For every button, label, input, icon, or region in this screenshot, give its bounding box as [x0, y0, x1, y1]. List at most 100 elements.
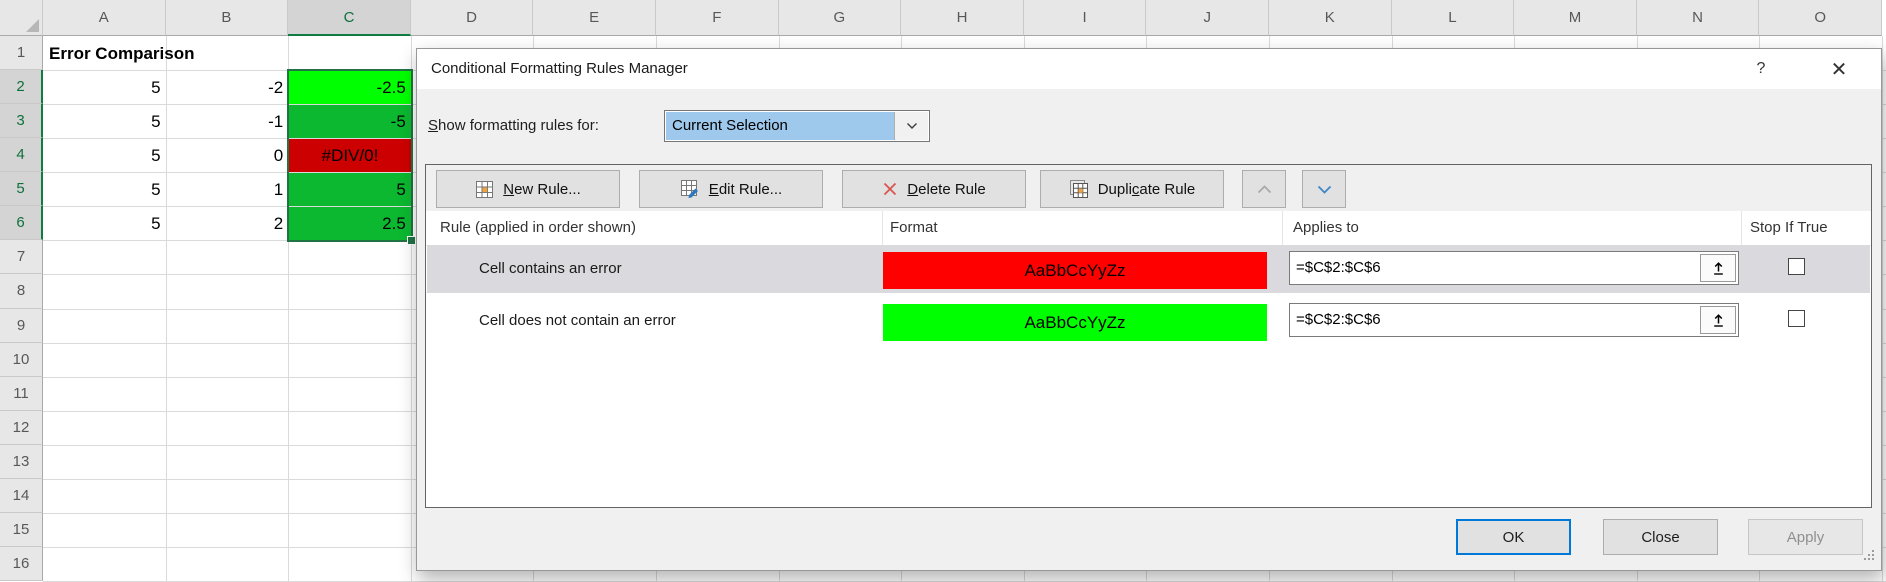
cell-C3[interactable]: -5 — [289, 105, 411, 138]
row-header-12[interactable]: 12 — [0, 411, 43, 445]
row-header-2[interactable]: 2 — [0, 70, 43, 104]
cell-C2[interactable]: -2.5 — [289, 71, 411, 104]
select-all-corner[interactable] — [0, 0, 43, 36]
rule-row-cell-contains-error[interactable]: Cell contains an error AaBbCcYyZz =$C$2:… — [427, 245, 1870, 293]
column-header-C[interactable]: C — [288, 0, 411, 36]
cell-A2[interactable]: 5 — [44, 71, 166, 104]
range-picker-icon — [1711, 313, 1726, 328]
cell-B4[interactable]: 0 — [167, 139, 289, 172]
edit-rule-icon — [680, 179, 700, 199]
column-header-O[interactable]: O — [1759, 0, 1882, 36]
column-header-N[interactable]: N — [1637, 0, 1760, 36]
row-header-3[interactable]: 3 — [0, 104, 43, 138]
column-header-format: Format — [890, 211, 938, 245]
dialog-close-button[interactable]: ✕ — [1813, 49, 1865, 89]
applies-to-input[interactable]: =$C$2:$C$6 — [1289, 303, 1739, 337]
rule-row-cell-does-not-contain-error[interactable]: Cell does not contain an error AaBbCcYyZ… — [427, 297, 1870, 345]
column-header-F[interactable]: F — [656, 0, 779, 36]
column-header-E[interactable]: E — [533, 0, 656, 36]
scope-dropdown[interactable]: Current Selection — [664, 110, 930, 142]
dialog-titlebar[interactable]: Conditional Formatting Rules Manager ? ✕ — [417, 49, 1881, 89]
range-picker-button[interactable] — [1700, 306, 1736, 334]
row-header-14[interactable]: 14 — [0, 479, 43, 513]
stop-if-true-checkbox[interactable] — [1788, 258, 1805, 275]
column-header-B[interactable]: B — [166, 0, 289, 36]
column-header-K[interactable]: K — [1269, 0, 1392, 36]
row-header-1[interactable]: 1 — [0, 36, 43, 70]
cell-B2[interactable]: -2 — [167, 71, 289, 104]
cell-A4[interactable]: 5 — [44, 139, 166, 172]
duplicate-rule-button[interactable]: Duplicate Rule — [1040, 170, 1224, 208]
delete-rule-button[interactable]: Delete Rule — [842, 170, 1026, 208]
cell-B6[interactable]: 2 — [167, 207, 289, 240]
column-header-J[interactable]: J — [1146, 0, 1269, 36]
rules-list-header: Rule (applied in order shown) Format App… — [426, 211, 1871, 246]
close-button[interactable]: Close — [1603, 519, 1718, 555]
help-button[interactable]: ? — [1739, 49, 1783, 89]
dialog-title: Conditional Formatting Rules Manager — [431, 49, 688, 89]
edit-rule-label: Edit Rule... — [709, 181, 782, 198]
fill-handle[interactable] — [407, 236, 416, 245]
apply-button[interactable]: Apply — [1748, 519, 1863, 555]
row-header-13[interactable]: 13 — [0, 445, 43, 479]
row-header-11[interactable]: 11 — [0, 377, 43, 411]
row-header-16[interactable]: 16 — [0, 547, 43, 581]
scope-dropdown-value: Current Selection — [666, 112, 894, 140]
delete-rule-label: Delete Rule — [907, 181, 985, 198]
row-header-5[interactable]: 5 — [0, 172, 43, 206]
new-rule-icon — [475, 180, 494, 199]
cell-B3[interactable]: -1 — [167, 105, 289, 138]
scope-label: Show formatting rules for: — [428, 110, 599, 142]
row-header-4[interactable]: 4 — [0, 138, 43, 172]
cell-A3[interactable]: 5 — [44, 105, 166, 138]
applies-to-value: =$C$2:$C$6 — [1296, 259, 1381, 276]
apply-label: Apply — [1787, 529, 1825, 546]
rules-list-frame: New Rule... Edit Rule... Delete Rule — [425, 164, 1872, 508]
duplicate-rule-label: Duplicate Rule — [1098, 181, 1196, 198]
cell-A6[interactable]: 5 — [44, 207, 166, 240]
close-label: Close — [1641, 529, 1679, 546]
rule-format-preview: AaBbCcYyZz — [883, 304, 1267, 341]
row-header-15[interactable]: 15 — [0, 513, 43, 547]
column-header-stop-if-true: Stop If True — [1750, 211, 1828, 245]
rule-format-preview: AaBbCcYyZz — [883, 252, 1267, 289]
chevron-up-icon — [1257, 185, 1272, 194]
column-header-D[interactable]: D — [411, 0, 534, 36]
row-header-10[interactable]: 10 — [0, 343, 43, 377]
conditional-formatting-rules-manager-dialog: Conditional Formatting Rules Manager ? ✕… — [416, 48, 1882, 571]
edit-rule-button[interactable]: Edit Rule... — [639, 170, 823, 208]
column-header-H[interactable]: H — [901, 0, 1024, 36]
column-header-L[interactable]: L — [1392, 0, 1515, 36]
row-header-7[interactable]: 7 — [0, 240, 43, 274]
column-header-M[interactable]: M — [1514, 0, 1637, 36]
row-header-9[interactable]: 9 — [0, 309, 43, 343]
new-rule-button[interactable]: New Rule... — [436, 170, 620, 208]
header-separator — [1741, 211, 1742, 245]
scope-dropdown-arrow-button[interactable] — [894, 112, 928, 140]
cell-A1[interactable]: Error Comparison — [44, 37, 166, 70]
move-rule-down-button[interactable] — [1302, 170, 1346, 208]
range-picker-icon — [1711, 261, 1726, 276]
cell-A5[interactable]: 5 — [44, 173, 166, 206]
applies-to-input[interactable]: =$C$2:$C$6 — [1289, 251, 1739, 285]
cell-C4[interactable]: #DIV/0! — [289, 139, 411, 172]
row-header-8[interactable]: 8 — [0, 274, 43, 308]
column-header-G[interactable]: G — [779, 0, 902, 36]
range-picker-button[interactable] — [1700, 254, 1736, 282]
ok-button[interactable]: OK — [1456, 519, 1571, 555]
column-header-A[interactable]: A — [43, 0, 166, 36]
select-all-triangle-icon — [26, 19, 39, 32]
row-header-6[interactable]: 6 — [0, 206, 43, 240]
stop-if-true-checkbox[interactable] — [1788, 310, 1805, 327]
rule-name: Cell does not contain an error — [479, 297, 676, 345]
cell-C5[interactable]: 5 — [289, 173, 411, 206]
move-rule-up-button[interactable] — [1242, 170, 1286, 208]
column-header-applies-to: Applies to — [1293, 211, 1359, 245]
cell-B5[interactable]: 1 — [167, 173, 289, 206]
resize-grip[interactable] — [1863, 548, 1875, 565]
column-header-I[interactable]: I — [1024, 0, 1147, 36]
cell-C6[interactable]: 2.5 — [289, 207, 411, 240]
chevron-down-icon — [906, 122, 918, 130]
help-icon: ? — [1757, 60, 1766, 78]
chevron-down-icon — [1317, 185, 1332, 194]
